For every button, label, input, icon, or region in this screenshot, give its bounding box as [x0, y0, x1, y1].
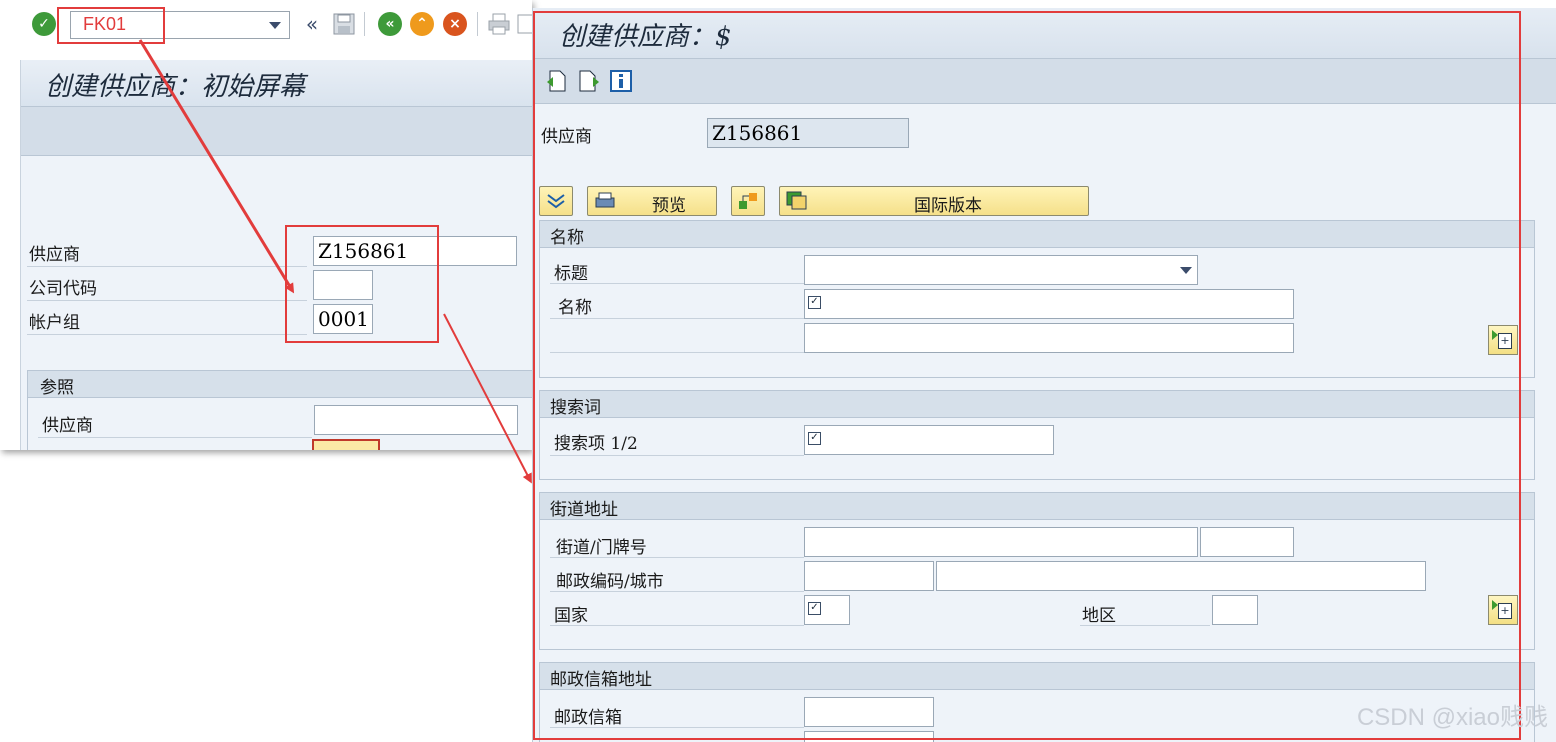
- po-box-postal-field[interactable]: [804, 731, 934, 742]
- reference-group-header: 参照: [28, 371, 532, 398]
- vendor-display-field: Z156861: [707, 118, 909, 148]
- change-hierarchy-button[interactable]: [731, 186, 765, 216]
- street-label: 街道/门牌号: [556, 538, 647, 558]
- reference-group: 参照 供应商: [27, 370, 532, 450]
- command-field[interactable]: FK01: [70, 11, 290, 39]
- next-screen-icon[interactable]: [578, 69, 600, 93]
- postal-code-field[interactable]: [804, 561, 934, 591]
- reference-company-field[interactable]: [312, 439, 380, 450]
- watermark: CSDN @xiao贱贱: [1356, 704, 1548, 731]
- name-group-header: 名称: [540, 221, 1534, 248]
- reference-header-text: 参照: [40, 378, 74, 398]
- street-address-group: 街道地址 街道/门牌号 邮政编码/城市 国家 ✓ 地区 +: [539, 492, 1535, 650]
- add-icon: +: [1498, 333, 1512, 349]
- title-dropdown[interactable]: [804, 255, 1198, 285]
- more-address-button[interactable]: +: [1488, 595, 1518, 625]
- postal-city-label: 邮政编码/城市: [556, 572, 664, 592]
- search-group-title: 搜索词: [550, 398, 601, 418]
- exit-icon[interactable]: ⌃: [410, 12, 434, 36]
- po-box-label: 邮政信箱: [554, 708, 622, 728]
- international-version-label: 国际版本: [914, 196, 982, 216]
- back-icon[interactable]: «: [378, 12, 402, 36]
- save-icon[interactable]: [332, 12, 356, 36]
- page-title: 创建供应商：初始屏幕: [45, 72, 306, 102]
- command-field-value: FK01: [83, 14, 127, 34]
- house-number-field[interactable]: [1200, 527, 1294, 557]
- initial-screen-frame: 创建供应商：初始屏幕 供应商 Z156861 公司代码 帐户组 0001 参照 …: [20, 60, 532, 450]
- search-term-group: 搜索词 搜索项 1/2 ✓: [539, 390, 1535, 480]
- enter-icon[interactable]: ✓: [32, 12, 56, 36]
- vendor-label: 供应商: [29, 245, 80, 265]
- initial-screen-window: ✓ FK01 « « ⌃ × 创建供应商：初始屏幕 供应商 Z156861 公司…: [0, 0, 532, 450]
- name-label: 名称: [558, 298, 592, 318]
- search-term-group-header: 搜索词: [540, 391, 1534, 418]
- application-toolbar: [533, 59, 1556, 104]
- collapse-icon[interactable]: «: [300, 12, 324, 36]
- account-group-label: 帐户组: [29, 313, 80, 333]
- application-toolbar: [21, 107, 532, 156]
- required-check-icon: ✓: [808, 432, 821, 445]
- name-group: 名称 标题 名称 ✓ +: [539, 220, 1535, 378]
- search-term-field[interactable]: ✓: [804, 425, 1054, 455]
- international-version-icon: [786, 191, 808, 211]
- account-group-field[interactable]: 0001: [313, 304, 373, 334]
- required-check-icon: ✓: [808, 296, 821, 309]
- find-icon[interactable]: [515, 12, 532, 36]
- street-field[interactable]: [804, 527, 1198, 557]
- create-vendor-window: 创建供应商：$ 供应商 Z156861 预览 国际版本 名称 标题 名称 ✓ +…: [532, 8, 1556, 742]
- print-preview-icon: [594, 191, 616, 211]
- add-icon: +: [1498, 603, 1512, 619]
- required-check-icon: ✓: [808, 602, 821, 615]
- po-box-field[interactable]: [804, 697, 934, 727]
- reference-vendor-field[interactable]: [314, 405, 518, 435]
- company-code-label: 公司代码: [29, 279, 97, 299]
- vendor-label: 供应商: [541, 127, 592, 147]
- street-group-title: 街道地址: [550, 500, 618, 520]
- cancel-icon[interactable]: ×: [443, 12, 467, 36]
- name-group-title: 名称: [550, 228, 584, 248]
- more-names-button[interactable]: +: [1488, 325, 1518, 355]
- chevron-down-icon[interactable]: [1180, 267, 1192, 274]
- print-icon[interactable]: [487, 12, 511, 36]
- standard-toolbar: ✓ FK01 « « ⌃ ×: [0, 0, 532, 50]
- title-bar: 创建供应商：初始屏幕: [21, 60, 532, 107]
- vendor-field[interactable]: Z156861: [313, 236, 517, 266]
- create-vendor-content: 供应商 Z156861 预览 国际版本 名称 标题 名称 ✓ + 搜索词 搜索项…: [533, 104, 1556, 742]
- expand-all-button[interactable]: [539, 186, 573, 216]
- po-box-group-header: 邮政信箱地址: [540, 663, 1534, 690]
- street-address-group-header: 街道地址: [540, 493, 1534, 520]
- info-icon[interactable]: [610, 69, 632, 93]
- search-term-label: 搜索项 1/2: [554, 434, 638, 454]
- title-label: 标题: [554, 264, 588, 284]
- page-title: 创建供应商：$: [559, 22, 732, 52]
- reference-vendor-label: 供应商: [42, 416, 93, 436]
- country-label: 国家: [554, 606, 588, 626]
- city-field[interactable]: [936, 561, 1426, 591]
- preview-button[interactable]: 预览: [587, 186, 717, 216]
- po-box-group-title: 邮政信箱地址: [550, 670, 652, 690]
- region-field[interactable]: [1212, 595, 1258, 625]
- name-field[interactable]: ✓: [804, 289, 1294, 319]
- international-version-button[interactable]: 国际版本: [779, 186, 1089, 216]
- chevron-down-icon[interactable]: [269, 22, 281, 29]
- country-field[interactable]: ✓: [804, 595, 850, 625]
- company-code-field[interactable]: [313, 270, 373, 300]
- title-bar: 创建供应商：$: [533, 8, 1556, 59]
- region-label: 地区: [1082, 606, 1116, 626]
- preview-button-label: 预览: [652, 196, 686, 216]
- previous-screen-icon[interactable]: [545, 69, 567, 93]
- name2-field[interactable]: [804, 323, 1294, 353]
